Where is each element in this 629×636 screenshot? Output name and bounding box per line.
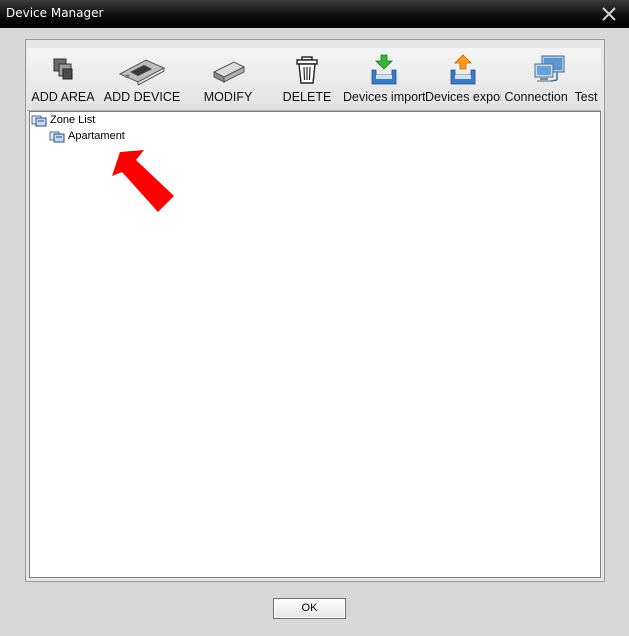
toolbar: ADD AREA ADD DEVICE MODIFY DELETE Device…: [27, 48, 601, 111]
add-area-icon: [53, 58, 73, 80]
add-area-button[interactable]: ADD AREA: [27, 48, 99, 110]
modify-button[interactable]: MODIFY: [185, 48, 271, 110]
red-arrow-icon: [112, 150, 174, 212]
zone-folder-icon: [49, 131, 65, 143]
export-icon: [450, 54, 476, 85]
close-button[interactable]: [599, 4, 619, 24]
title-bar: Device Manager: [0, 0, 629, 28]
add-device-button[interactable]: ADD DEVICE: [99, 48, 185, 110]
tree-node-label: Apartament: [68, 130, 125, 142]
close-icon: [602, 7, 616, 21]
tree-node-apartament[interactable]: Apartament: [49, 129, 125, 143]
import-icon: [371, 54, 397, 85]
devices-import-label: Devices import: [343, 90, 425, 104]
devices-export-button[interactable]: Devices expor: [425, 48, 501, 110]
devices-export-label: Devices expor: [425, 90, 501, 104]
connection-test-label: Connection Test: [504, 90, 598, 104]
tree-node-zone-list[interactable]: Zone List: [31, 113, 95, 127]
window-title: Device Manager: [6, 6, 104, 20]
trash-icon: [296, 56, 318, 84]
add-device-icon: [118, 59, 166, 86]
ok-button[interactable]: OK: [273, 598, 346, 619]
delete-label: DELETE: [282, 90, 332, 104]
modify-label: MODIFY: [203, 90, 253, 104]
connection-test-button[interactable]: Connection Test: [501, 48, 601, 110]
add-device-label: ADD DEVICE: [103, 90, 181, 104]
devices-import-button[interactable]: Devices import: [343, 48, 425, 110]
modify-icon: [212, 61, 246, 83]
connection-test-icon: [534, 55, 565, 82]
tree-node-label: Zone List: [50, 114, 96, 126]
delete-button[interactable]: DELETE: [271, 48, 343, 110]
zone-folder-icon: [31, 115, 47, 127]
add-area-label: ADD AREA: [31, 90, 95, 104]
